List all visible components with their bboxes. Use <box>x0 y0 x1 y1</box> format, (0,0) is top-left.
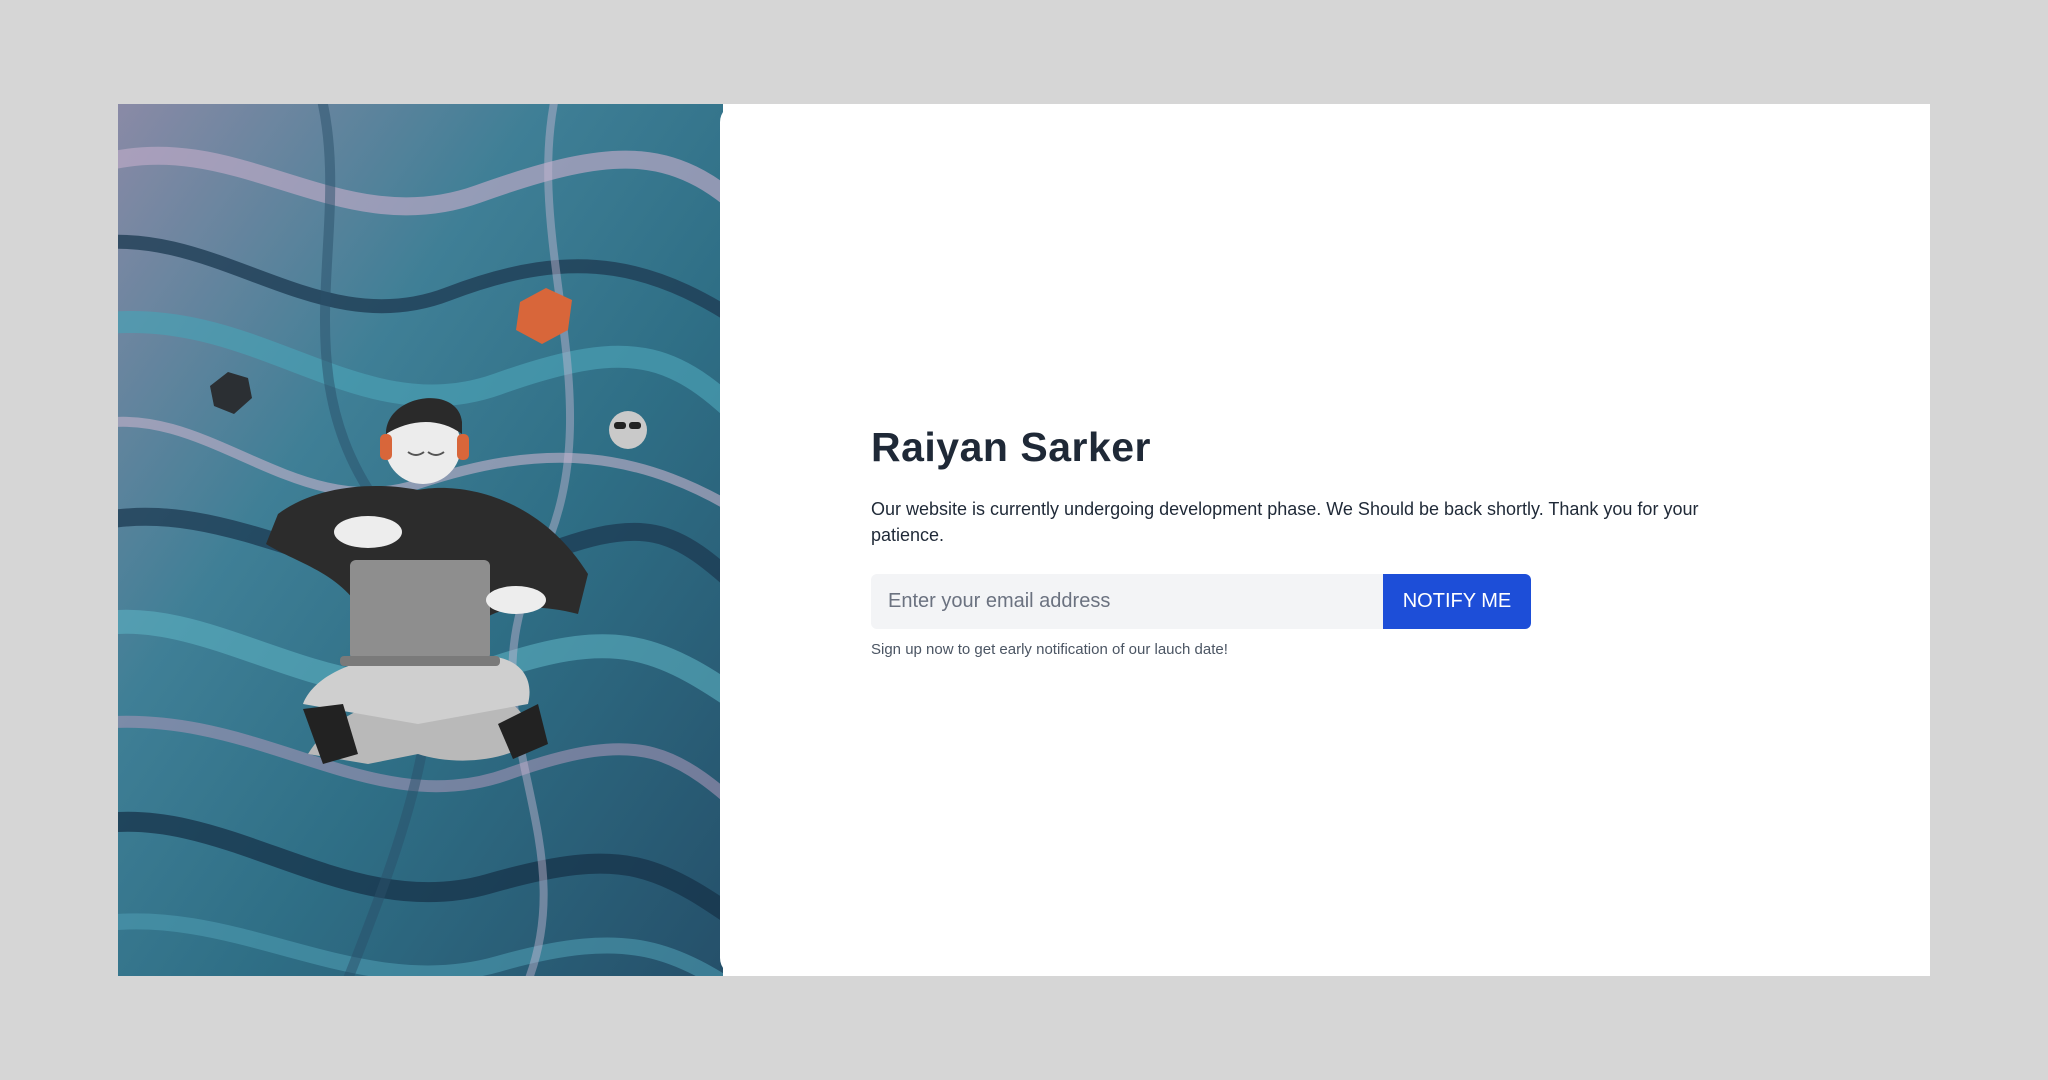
page-background: Raiyan Sarker Our website is currently u… <box>0 0 2048 1080</box>
signup-form: NOTIFY ME <box>871 574 1751 629</box>
hero-illustration <box>118 104 723 976</box>
sunglasses-emoji-shape <box>609 411 647 449</box>
signup-section: Raiyan Sarker Our website is currently u… <box>871 422 1751 658</box>
content-panel: Raiyan Sarker Our website is currently u… <box>720 104 1930 976</box>
description-text: Our website is currently undergoing deve… <box>871 499 1699 545</box>
signup-note: Sign up now to get early notification of… <box>871 641 1228 658</box>
notify-me-button[interactable]: NOTIFY ME <box>1383 574 1531 629</box>
coming-soon-card: Raiyan Sarker Our website is currently u… <box>118 104 1930 976</box>
email-input[interactable] <box>871 574 1383 629</box>
marbled-background-art <box>118 104 723 976</box>
page-title: Raiyan Sarker <box>871 424 1152 470</box>
